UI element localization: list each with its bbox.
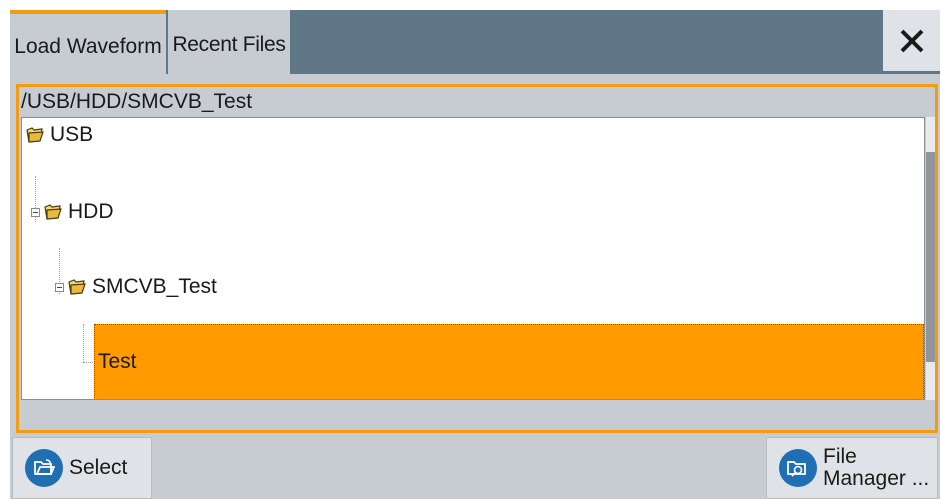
folder-search-icon (779, 449, 817, 487)
file-tree[interactable]: USB HDD SMCVB_Test Test (21, 117, 925, 400)
file-browser-panel: /USB/HDD/SMCVB_Test USB HDD SMCVB_Test T… (16, 84, 938, 433)
select-button-label: Select (69, 456, 128, 479)
vertical-scrollbar[interactable] (926, 117, 935, 400)
file-manager-label: File Manager ... (823, 446, 929, 490)
folder-icon (44, 204, 62, 220)
tree-item-usb[interactable]: USB (26, 123, 93, 147)
folder-icon (26, 127, 44, 143)
file-manager-button[interactable]: File Manager ... (766, 437, 938, 499)
tree-connector (83, 362, 93, 363)
tree-item-smcvb-test[interactable]: SMCVB_Test (55, 275, 217, 299)
tree-connector (83, 324, 84, 362)
tree-item-test-selected[interactable]: Test (94, 324, 924, 399)
collapse-toggle[interactable] (31, 207, 40, 217)
close-button[interactable] (883, 10, 940, 71)
load-waveform-dialog: Load Waveform Recent Files /USB/HDD/SMCV… (10, 10, 940, 499)
tab-bar: Load Waveform Recent Files (10, 10, 940, 74)
tree-item-label: Test (98, 350, 137, 373)
tab-load-waveform[interactable]: Load Waveform (10, 10, 166, 74)
tab-recent-files[interactable]: Recent Files (168, 10, 290, 74)
open-folder-icon (25, 449, 63, 487)
tab-recent-files-label: Recent Files (172, 33, 286, 56)
tree-item-label: SMCVB_Test (92, 275, 217, 298)
current-path: /USB/HDD/SMCVB_Test (21, 90, 253, 113)
folder-icon (68, 279, 86, 295)
file-manager-label-line1: File (823, 445, 857, 468)
tab-load-waveform-label: Load Waveform (14, 35, 162, 58)
select-button[interactable]: Select (12, 437, 152, 499)
file-manager-label-line2: Manager ... (823, 467, 930, 490)
close-icon (900, 29, 923, 52)
tree-item-hdd[interactable]: HDD (31, 200, 114, 224)
tree-item-label: USB (50, 123, 94, 146)
horizontal-scroll-area (21, 402, 935, 428)
tree-item-label: HDD (68, 200, 114, 223)
collapse-toggle[interactable] (55, 282, 64, 292)
scrollbar-thumb[interactable] (926, 152, 935, 362)
